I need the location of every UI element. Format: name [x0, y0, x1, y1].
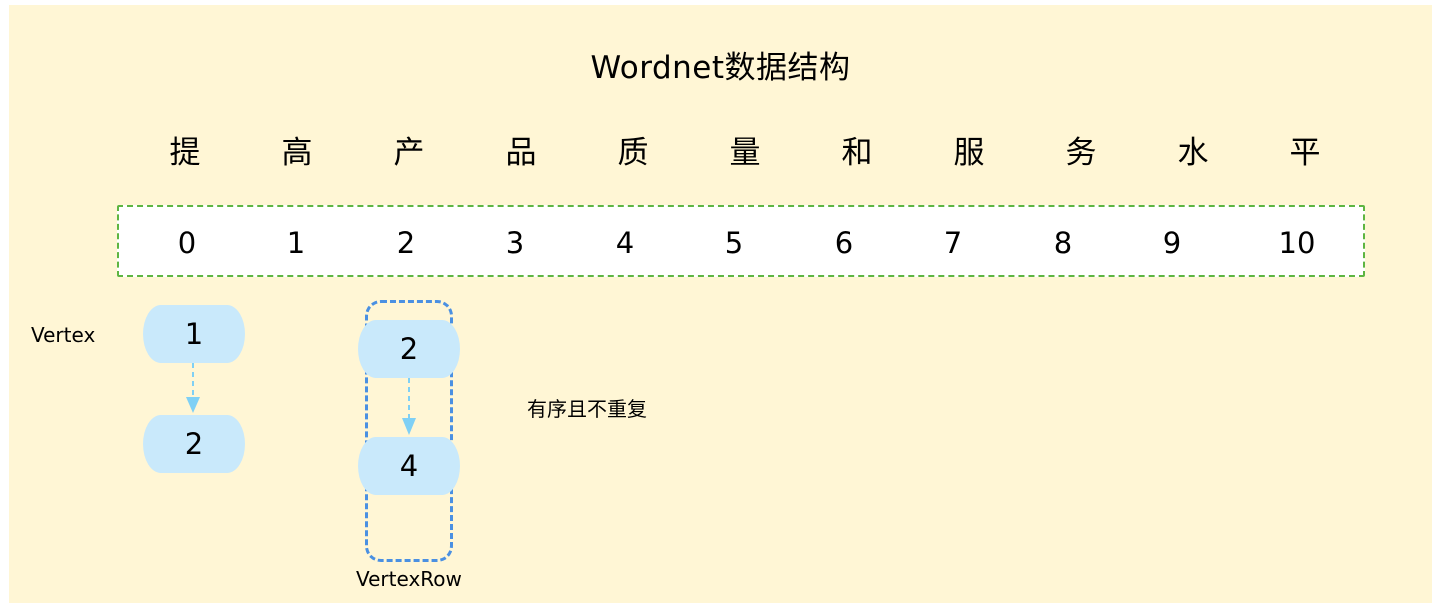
arrows-layer — [186, 363, 416, 435]
vertex-row-arrow — [402, 378, 416, 435]
vertex-arrow — [186, 363, 200, 413]
